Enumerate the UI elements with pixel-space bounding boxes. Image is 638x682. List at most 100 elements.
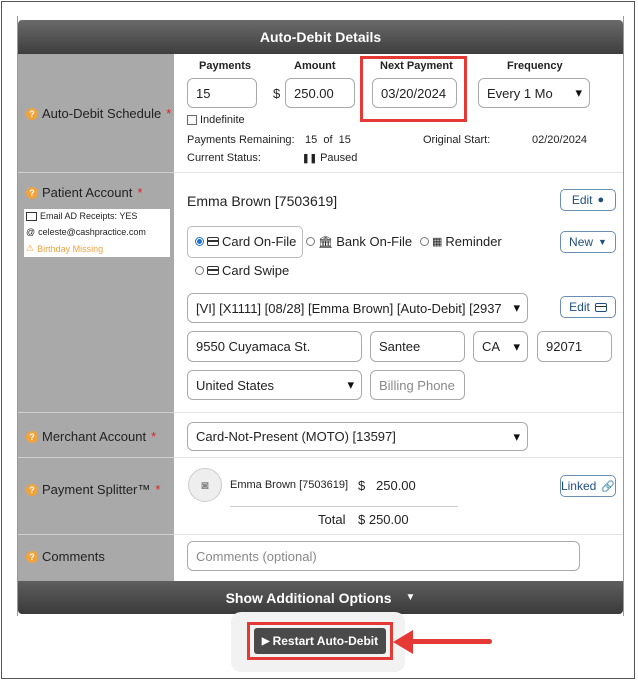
help-icon[interactable]: ? (26, 186, 38, 199)
patient-label-cell: ? Patient Account * Email AD Receipts: YE… (18, 173, 174, 412)
bank-icon: 🏛 (318, 234, 334, 249)
arrow-shaft (410, 639, 492, 644)
calendar-icon: ▦ (432, 236, 443, 248)
frequency-header: Frequency (507, 60, 563, 72)
indefinite-label: Indefinite (200, 114, 245, 126)
patient-info-box: Email AD Receipts: YES @ celeste@cashpra… (24, 209, 170, 257)
opt-card-swipe[interactable]: Card Swipe (195, 263, 289, 278)
divider (174, 412, 623, 413)
user-icon: ● (597, 194, 605, 206)
divider (174, 534, 623, 535)
show-additional-options[interactable]: Show Additional Options ▼ (18, 581, 623, 614)
total-value: $ 250.00 (358, 512, 409, 527)
merchant-value: Card-Not-Present (MOTO) [13597] (196, 429, 396, 444)
pause-icon: ❚❚ (302, 152, 318, 163)
help-icon[interactable]: ? (26, 107, 38, 120)
radio-icon[interactable] (195, 237, 204, 246)
show-options-label: Show Additional Options (225, 589, 392, 606)
payments-input[interactable]: 15 (187, 78, 257, 108)
billing-phone-placeholder: Billing Phone (379, 377, 455, 393)
envelope-icon (26, 211, 37, 221)
credit-card-icon (207, 237, 219, 246)
warning-icon: ⚠ (26, 243, 35, 253)
radio-icon[interactable] (306, 237, 315, 246)
status-value: Paused (320, 152, 358, 164)
section-header: Auto-Debit Details (18, 20, 623, 54)
radio-icon[interactable] (195, 266, 204, 275)
state-value: CA (482, 339, 501, 354)
avatar: ◙ (188, 468, 222, 502)
card-select[interactable]: [VI] [X1111] [08/28] [Emma Brown] [Auto-… (187, 293, 528, 323)
opt-bank-on-file[interactable]: 🏛 Bank On-File (306, 234, 412, 249)
amount-header: Amount (294, 60, 336, 72)
schedule-label-cell: ? Auto-Debit Schedule * (18, 54, 174, 172)
linked-label: Linked (560, 479, 597, 493)
edit-patient-label: Edit (571, 193, 593, 207)
original-start-value: 02/20/2024 (532, 134, 588, 146)
splitter-label-cell: ? Payment Splitter™ * (18, 458, 174, 534)
status-row: ❚❚ Paused (302, 152, 357, 164)
help-icon[interactable]: ? (26, 483, 38, 496)
help-icon[interactable]: ? (26, 550, 38, 563)
splitter-label: Payment Splitter™ (42, 482, 151, 497)
caret-down-icon: ▼ (405, 592, 416, 603)
link-icon: 🔗 (601, 480, 616, 493)
opt-card-on-file[interactable]: Card On-File (195, 234, 296, 249)
patient-name: Emma Brown [7503619] (187, 193, 338, 209)
auto-debit-card: Auto-Debit Details ? Auto-Debit Schedule… (17, 16, 624, 616)
splitter-currency: $ (358, 478, 366, 493)
at-icon: @ (26, 227, 36, 237)
linked-button[interactable]: Linked 🔗 (560, 475, 616, 497)
edit-card-button[interactable]: Edit (560, 296, 616, 318)
amount-input[interactable]: 250.00 (285, 78, 355, 108)
amount-currency: $ (273, 86, 281, 101)
original-start-label: Original Start: (423, 134, 491, 146)
help-icon[interactable]: ? (26, 430, 38, 443)
remaining-value: 15 of 15 (305, 134, 351, 146)
arrow-head-icon (393, 630, 413, 654)
divider (174, 172, 623, 173)
new-button[interactable]: New ▼ (560, 231, 616, 253)
opt-reminder[interactable]: ▦ Reminder (420, 234, 502, 249)
indefinite-checkbox[interactable] (187, 115, 197, 125)
new-label: New (569, 235, 594, 249)
edit-patient-button[interactable]: Edit ● (560, 189, 616, 211)
comments-label: Comments (42, 549, 105, 564)
schedule-label: Auto-Debit Schedule (42, 106, 162, 121)
merchant-select[interactable]: Card-Not-Present (MOTO) [13597] (187, 422, 528, 451)
caret-down-icon: ▼ (598, 237, 607, 247)
patient-email: celeste@cashpractice.com (38, 227, 146, 237)
restart-highlight (247, 622, 393, 660)
merchant-label-cell: ? Merchant Account * (18, 413, 174, 457)
splitter-amount[interactable]: 250.00 (376, 478, 416, 493)
country-select[interactable]: United States (187, 370, 362, 400)
country-value: United States (196, 377, 275, 393)
zip-input[interactable]: 92071 (537, 331, 612, 362)
window-frame: Auto-Debit Details ? Auto-Debit Schedule… (1, 1, 635, 679)
status-label: Current Status: (187, 152, 261, 164)
state-select[interactable]: CA (473, 331, 528, 362)
city-input[interactable]: Santee (370, 331, 465, 362)
address-input[interactable]: 9550 Cuyamaca St. (187, 331, 362, 362)
opt-reminder-label: Reminder (445, 234, 502, 249)
comments-input[interactable]: Comments (optional) (187, 541, 580, 571)
merchant-label: Merchant Account (42, 429, 147, 444)
indefinite-checkbox-row[interactable]: Indefinite (187, 114, 245, 126)
opt-card-swipe-label: Card Swipe (222, 263, 290, 278)
credit-card-icon (207, 266, 219, 275)
next-payment-highlight (360, 56, 467, 122)
splitter-patient: Emma Brown [7503619] (230, 479, 349, 491)
frequency-value: Every 1 Mo (487, 85, 553, 101)
remaining-label: Payments Remaining: (187, 134, 295, 146)
radio-icon[interactable] (420, 237, 429, 246)
opt-card-on-file-label: Card On-File (222, 234, 297, 249)
frequency-select[interactable]: Every 1 Mo (478, 78, 590, 108)
card-value: [VI] [X1111] [08/28] [Emma Brown] [Auto-… (196, 300, 502, 316)
payments-header: Payments (199, 60, 251, 72)
birthday-warning: Birthday Missing (37, 243, 104, 254)
comments-label-cell: ? Comments (18, 535, 174, 581)
billing-phone-input[interactable]: Billing Phone (370, 370, 465, 400)
patient-label: Patient Account (42, 185, 133, 200)
total-label: Total (318, 512, 346, 527)
edit-card-label: Edit (569, 300, 590, 314)
